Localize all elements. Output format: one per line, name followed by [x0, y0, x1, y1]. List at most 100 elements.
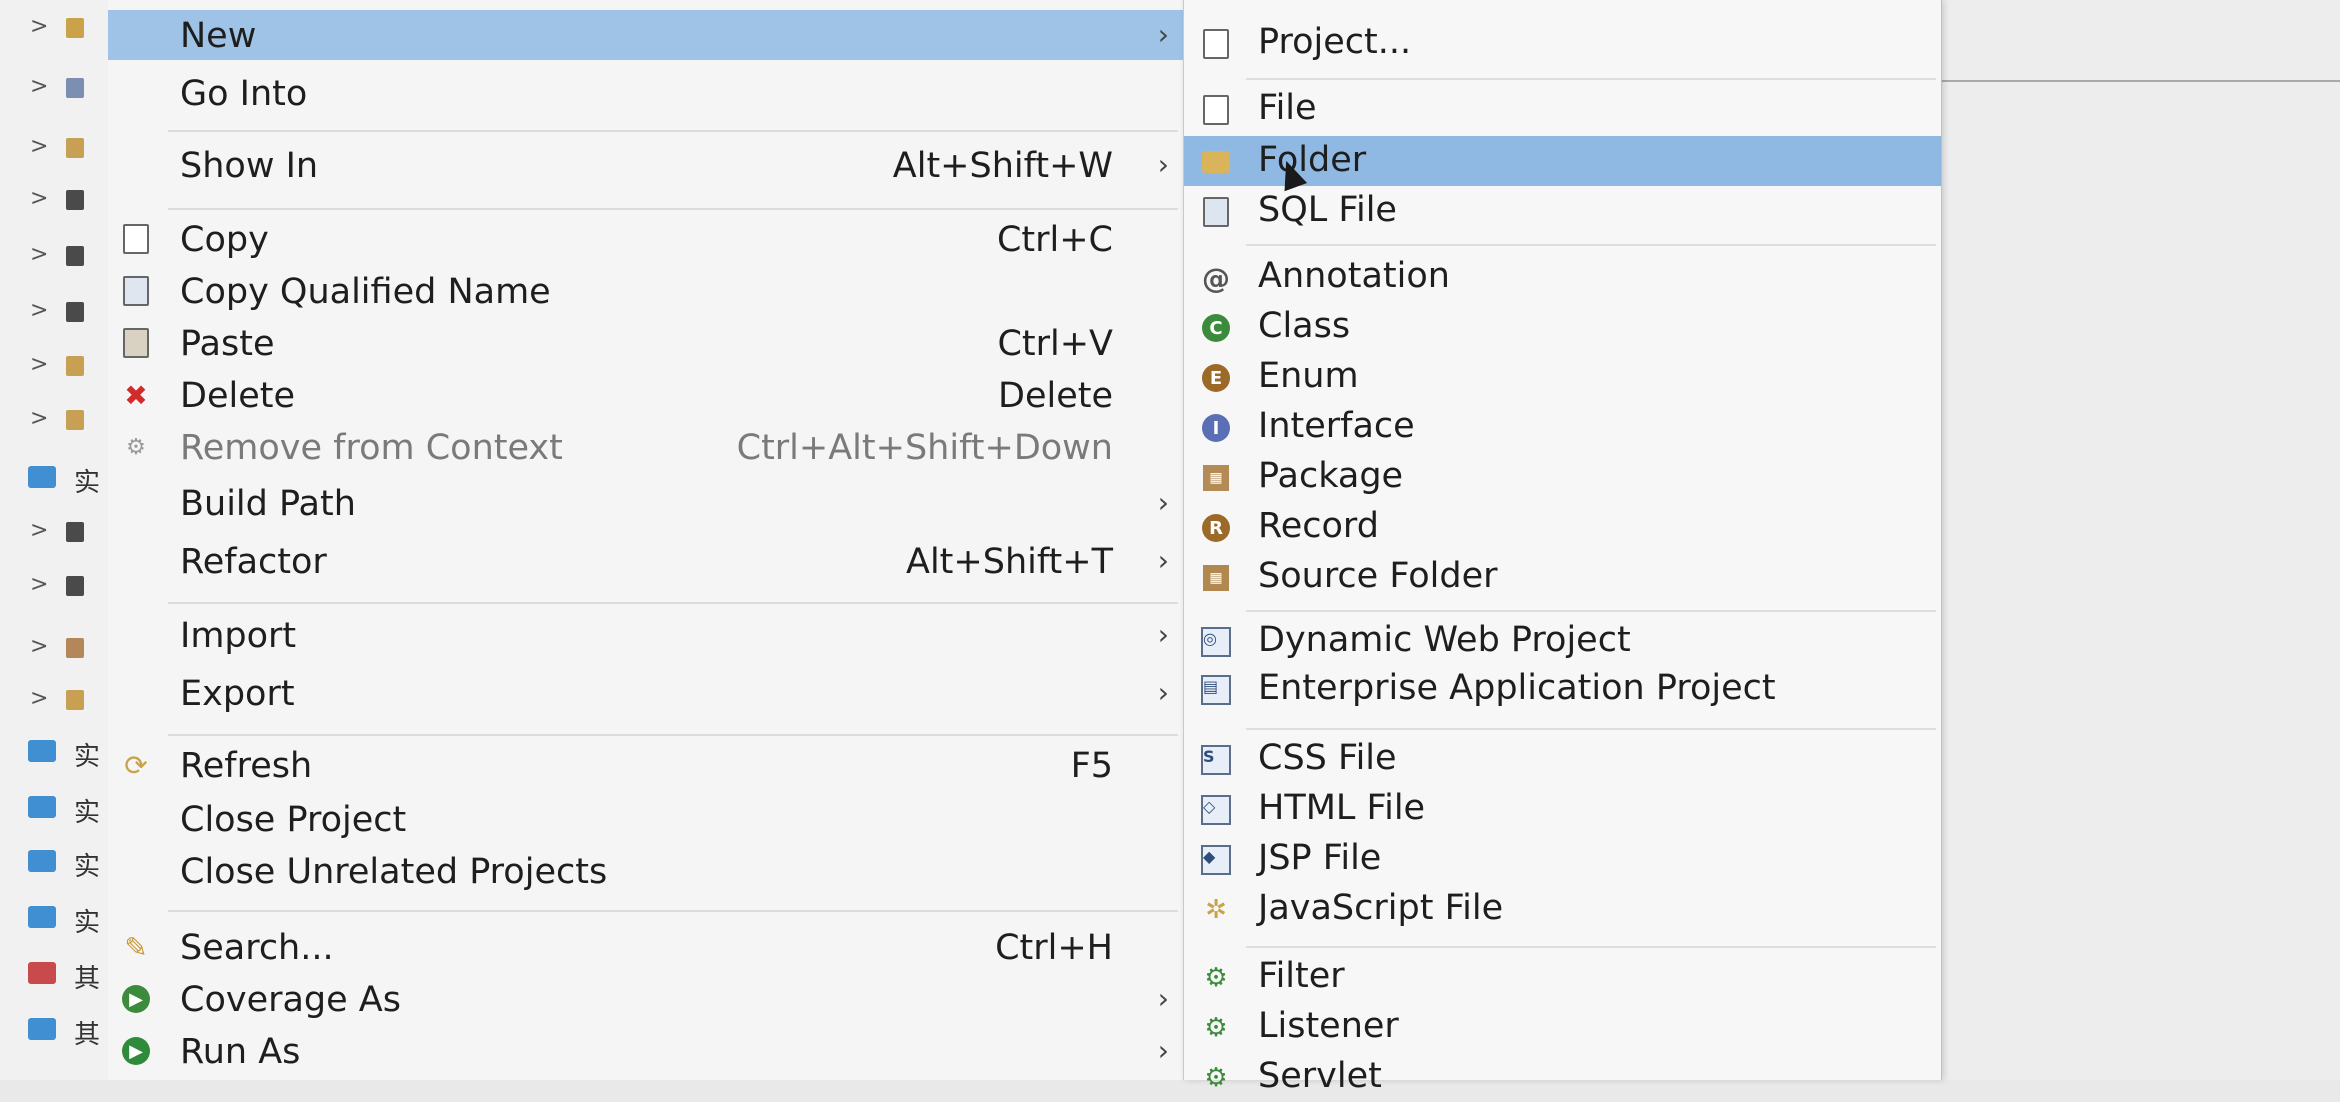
tree-row[interactable]: > [0, 8, 108, 48]
chevron-right-icon[interactable]: > [30, 572, 48, 597]
menu-item-label: Coverage As [180, 980, 401, 1020]
submenu-item-project[interactable]: Project... [1184, 18, 1941, 68]
menu-item-remove-from-context[interactable]: ⚙ Remove from Context Ctrl+Alt+Shift+Dow… [108, 422, 1183, 472]
tree-row[interactable]: 其 [0, 1008, 108, 1050]
submenu-item-dynamic-web-project[interactable]: ◎ Dynamic Web Project [1184, 616, 1941, 666]
menu-item-refactor[interactable]: Refactor Alt+Shift+T › [108, 536, 1183, 586]
submenu-item-servlet[interactable]: ⚙ Servlet [1184, 1052, 1941, 1102]
coverage-icon: ▶ [120, 984, 152, 1014]
tree-row[interactable]: > [0, 292, 108, 332]
submenu-item-javascript-file[interactable]: ✲ JavaScript File [1184, 884, 1941, 934]
submenu-item-listener[interactable]: ⚙ Listener [1184, 1002, 1941, 1052]
chevron-right-icon[interactable]: > [30, 518, 48, 543]
submenu-item-package[interactable]: ▦ Package [1184, 452, 1941, 502]
menu-item-label: Export [180, 674, 295, 714]
package-icon: ▦ [1200, 462, 1232, 494]
tree-row[interactable]: > [0, 68, 108, 108]
menu-item-build-path[interactable]: Build Path › [108, 478, 1183, 528]
project-icon [66, 302, 84, 322]
chevron-right-icon[interactable]: > [30, 242, 48, 267]
tree-row[interactable]: 实 [0, 786, 108, 828]
submenu-item-label: Enum [1258, 356, 1359, 396]
tree-row[interactable]: > [0, 346, 108, 386]
listener-icon: ⚙ [1204, 1013, 1228, 1043]
tree-row[interactable]: > [0, 512, 108, 552]
tree-row[interactable]: > [0, 400, 108, 440]
menu-item-shortcut: Ctrl+Alt+Shift+Down [736, 428, 1113, 468]
menu-item-refresh[interactable]: ⟳ Refresh F5 [108, 740, 1183, 790]
submenu-item-annotation[interactable]: @ Annotation [1184, 252, 1941, 302]
menu-item-run-as[interactable]: ▶ Run As › [108, 1026, 1183, 1076]
chevron-right-icon[interactable]: > [30, 352, 48, 377]
menu-item-search[interactable]: ✎ Search... Ctrl+H [108, 922, 1183, 972]
submenu-item-filter[interactable]: ⚙ Filter [1184, 952, 1941, 1002]
menu-item-delete[interactable]: ✖ Delete Delete [108, 370, 1183, 420]
enum-icon: E [1200, 362, 1232, 394]
submenu-item-label: JSP File [1258, 838, 1382, 878]
search-icon: ✎ [124, 930, 148, 964]
tree-row[interactable]: > [0, 236, 108, 276]
tree-row[interactable]: > [0, 180, 108, 220]
tree-row[interactable]: > [0, 128, 108, 168]
project-icon [66, 138, 84, 158]
tree-row[interactable]: 实 [0, 840, 108, 882]
tree-row[interactable]: > [0, 628, 108, 668]
chevron-right-icon[interactable]: > [30, 74, 48, 99]
filter-icon: ⚙ [1204, 963, 1228, 993]
menu-item-coverage-as[interactable]: ▶ Coverage As › [108, 974, 1183, 1024]
refresh-icon: ⟳ [124, 748, 148, 782]
jsp-file-icon: ◆ [1200, 844, 1232, 876]
menu-item-copy-qualified-name[interactable]: Copy Qualified Name [108, 266, 1183, 316]
menu-item-paste[interactable]: Paste Ctrl+V [108, 318, 1183, 368]
menu-item-close-unrelated-projects[interactable]: Close Unrelated Projects [108, 846, 1183, 896]
tree-row[interactable]: 实 [0, 896, 108, 938]
chevron-right-icon[interactable]: > [30, 406, 48, 431]
tree-row[interactable]: 其 [0, 952, 108, 994]
submenu-item-jsp-file[interactable]: ◆ JSP File [1184, 834, 1941, 884]
submenu-item-class[interactable]: C Class [1184, 302, 1941, 352]
tree-row[interactable]: > [0, 680, 108, 720]
menu-item-import[interactable]: Import › [108, 610, 1183, 660]
submenu-item-label: Annotation [1258, 256, 1450, 296]
chevron-right-icon[interactable]: > [30, 298, 48, 323]
source-folder-icon: ▦ [1200, 562, 1232, 594]
menu-item-new[interactable]: New › [108, 10, 1183, 60]
submenu-item-enterprise-application-project[interactable]: ▤ Enterprise Application Project [1184, 664, 1941, 714]
tree-row[interactable]: 实 [0, 730, 108, 772]
submenu-item-sql-file[interactable]: SQL File [1184, 186, 1941, 236]
web-project-icon: ◎ [1200, 626, 1232, 658]
menu-separator [1246, 244, 1936, 246]
submenu-item-enum[interactable]: E Enum [1184, 352, 1941, 402]
submenu-item-interface[interactable]: I Interface [1184, 402, 1941, 452]
editor-divider [1940, 80, 2340, 82]
chevron-right-icon[interactable]: > [30, 14, 48, 39]
editor-area [1940, 0, 2340, 1080]
tree-row[interactable]: > [0, 566, 108, 606]
menu-item-shortcut: F5 [1070, 746, 1113, 786]
chevron-right-icon[interactable]: > [30, 134, 48, 159]
submenu-item-file[interactable]: File [1184, 84, 1941, 134]
menu-item-show-in[interactable]: Show In Alt+Shift+W › [108, 140, 1183, 190]
menu-separator [1246, 78, 1936, 80]
menu-item-label: Remove from Context [180, 428, 563, 468]
file-icon [1200, 94, 1232, 126]
tree-row[interactable]: 实 [0, 456, 108, 498]
chevron-right-icon[interactable]: > [30, 186, 48, 211]
menu-item-close-project[interactable]: Close Project [108, 794, 1183, 844]
menu-item-label: Search... [180, 928, 334, 968]
chevron-right-icon: › [1157, 676, 1169, 709]
menu-item-copy[interactable]: Copy Ctrl+C [108, 214, 1183, 264]
submenu-item-source-folder[interactable]: ▦ Source Folder [1184, 552, 1941, 602]
record-icon: R [1200, 512, 1232, 544]
submenu-item-html-file[interactable]: ◇ HTML File [1184, 784, 1941, 834]
menu-item-export[interactable]: Export › [108, 668, 1183, 718]
web-project-icon [28, 740, 56, 762]
chevron-right-icon[interactable]: > [30, 634, 48, 659]
menu-item-go-into[interactable]: Go Into [108, 68, 1183, 118]
chevron-right-icon[interactable]: > [30, 686, 48, 711]
class-icon: C [1200, 312, 1232, 344]
submenu-item-record[interactable]: R Record [1184, 502, 1941, 552]
chevron-right-icon: › [1157, 148, 1169, 181]
chevron-right-icon: › [1157, 1034, 1169, 1067]
submenu-item-css-file[interactable]: S CSS File [1184, 734, 1941, 784]
